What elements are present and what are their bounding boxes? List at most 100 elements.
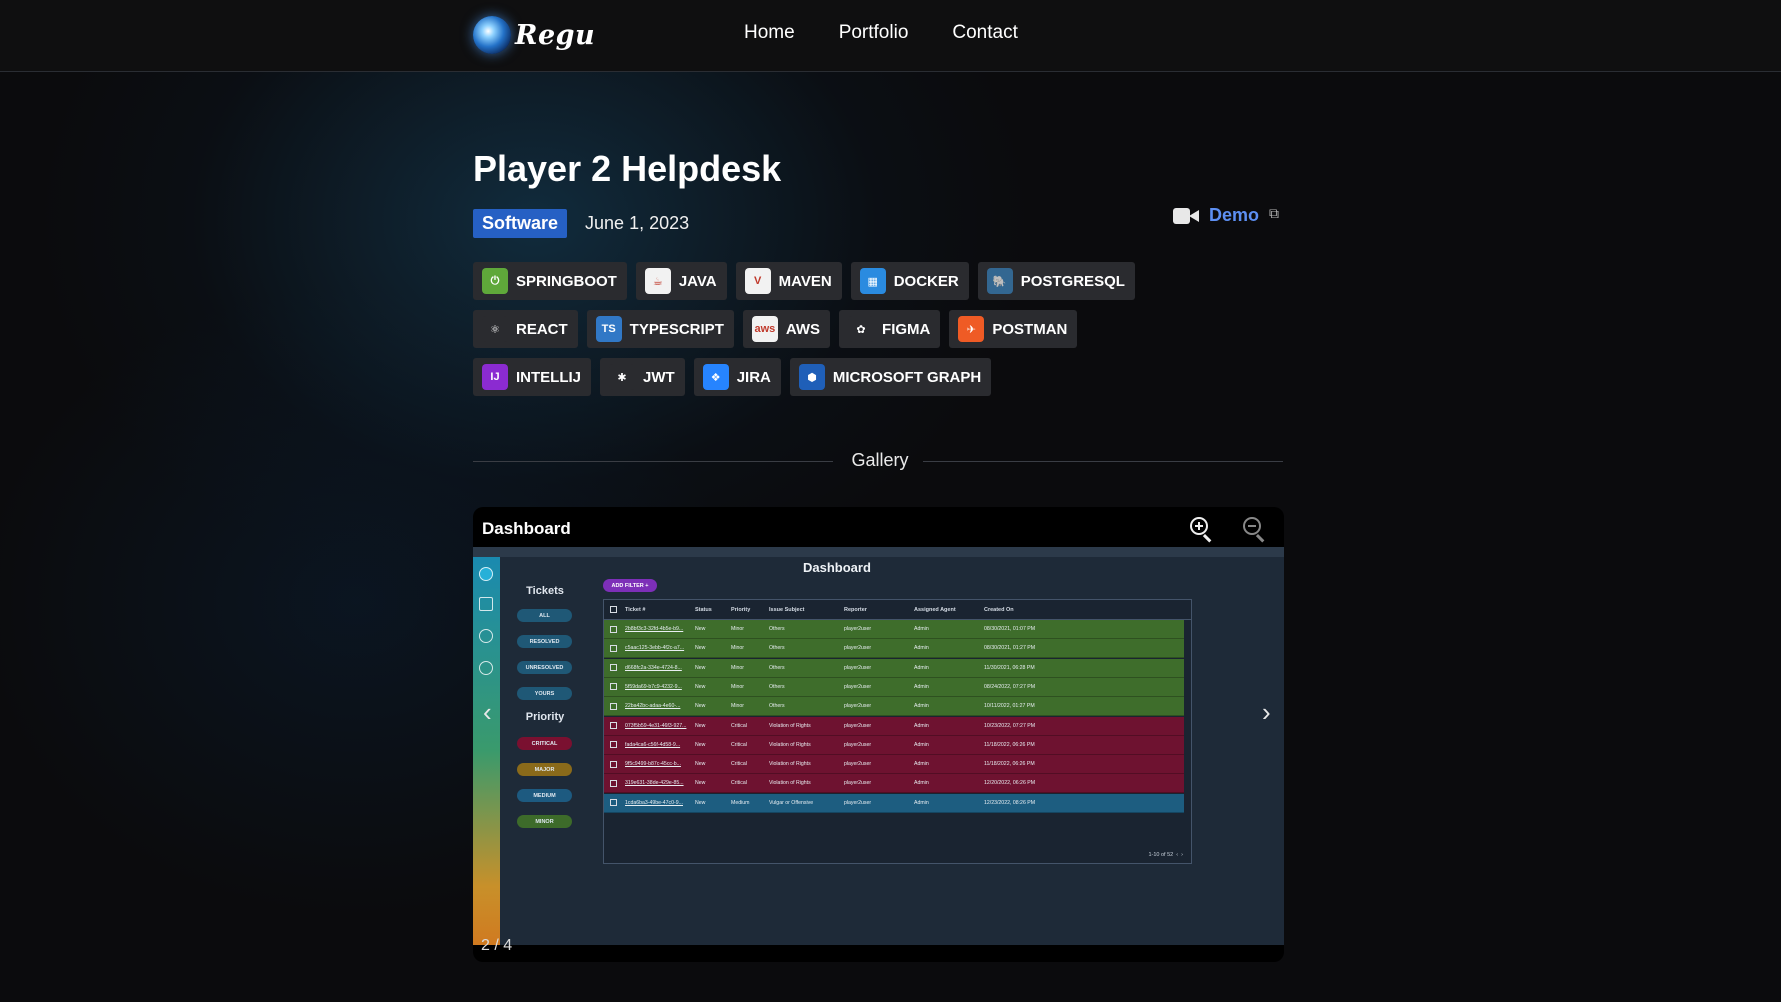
table-header: Ticket # Status Priority Issue Subject Repor… bbox=[604, 600, 1191, 620]
dashboard-screenshot: Tickets ALL RESOLVED UNRESOLVED YOURS Pr… bbox=[473, 547, 1284, 945]
table-row: fada4ca6-c56f-4d58-9... New Critical Violat… bbox=[604, 735, 1184, 755]
tech-chip-label: AWS bbox=[785, 320, 821, 338]
demo-link[interactable]: Demo ⧉ bbox=[1173, 205, 1279, 226]
dashboard-rail-icon bbox=[479, 567, 493, 581]
column-header: Created On bbox=[984, 606, 1014, 613]
priority-heading: Priority bbox=[525, 711, 565, 723]
previous-slide-button[interactable]: ‹ bbox=[483, 697, 492, 728]
table-cell: player2user bbox=[844, 683, 872, 690]
settings-rail-icon bbox=[479, 661, 493, 675]
column-header: Priority bbox=[731, 606, 751, 613]
brand-logo[interactable]: Regu bbox=[473, 16, 595, 54]
table-cell: 1cda6ba3-49be-47c0-9... bbox=[625, 799, 683, 806]
column-header: Reporter bbox=[844, 606, 867, 613]
tech-chip-label: JWT bbox=[643, 368, 675, 386]
table-cell: Medium bbox=[731, 799, 750, 806]
top-navbar: Regu Home Portfolio Contact bbox=[0, 0, 1781, 72]
microsoft-graph-icon: ⬢ bbox=[798, 364, 825, 390]
tech-chip: ☕ JAVA bbox=[635, 262, 727, 300]
row-checkbox bbox=[610, 683, 617, 691]
next-slide-button[interactable]: › bbox=[1262, 697, 1271, 728]
java-icon: ☕ bbox=[644, 268, 671, 294]
filter-pill-resolved: RESOLVED bbox=[517, 635, 572, 648]
postgresql-icon: 🐘 bbox=[986, 268, 1013, 294]
video-camera-icon bbox=[1173, 207, 1199, 225]
category-badge: Software bbox=[473, 209, 568, 238]
table-cell: Violation of Rights bbox=[769, 722, 811, 729]
table-row: 319e631-38de-429e-85... New Critical Violat… bbox=[604, 774, 1184, 794]
table-pager: 1-10 of 52 ‹ › bbox=[1148, 852, 1183, 858]
tech-chip-label: REACT bbox=[516, 320, 568, 338]
divider-line-right bbox=[923, 461, 1283, 462]
tickets-rail-icon bbox=[479, 597, 493, 611]
tickets-table: Ticket # Status Priority Issue Subject Repor… bbox=[603, 599, 1192, 864]
row-checkbox bbox=[610, 664, 617, 672]
table-cell: d668fc2a-334e-4724-8... bbox=[625, 664, 682, 671]
table-cell: New bbox=[695, 780, 706, 787]
zoom-out-icon[interactable] bbox=[1241, 515, 1269, 543]
table-cell: player2user bbox=[844, 799, 872, 806]
docker-icon: ▦ bbox=[859, 268, 886, 294]
jwt-icon: ✱ bbox=[609, 364, 636, 390]
table-cell: player2user bbox=[844, 722, 872, 729]
nav-links: Home Portfolio Contact bbox=[744, 22, 1018, 44]
nav-link-home[interactable]: Home bbox=[744, 22, 795, 44]
filter-pill-unresolved: UNRESOLVED bbox=[517, 661, 572, 674]
slide-title: Dashboard bbox=[482, 519, 571, 538]
table-cell: 319e631-38de-429e-85... bbox=[625, 780, 684, 787]
zoom-in-icon[interactable] bbox=[1188, 515, 1216, 543]
brand-name: Regu bbox=[515, 19, 596, 51]
table-cell: New bbox=[695, 683, 706, 690]
demo-label: Demo bbox=[1209, 205, 1260, 225]
table-cell: fada4ca6-c56f-4d58-9... bbox=[625, 741, 681, 748]
tech-chip-label: FIGMA bbox=[882, 320, 931, 338]
table-cell: Admin bbox=[914, 799, 929, 806]
column-header: Status bbox=[695, 606, 712, 613]
table-cell: 2b8bf3c3-32fd-4b5e-b9... bbox=[625, 626, 684, 632]
tech-chip: V MAVEN bbox=[735, 262, 842, 300]
table-cell: New bbox=[695, 741, 706, 748]
postman-icon: ✈ bbox=[958, 316, 985, 342]
nav-link-portfolio[interactable]: Portfolio bbox=[839, 22, 909, 44]
table-cell: New bbox=[695, 645, 706, 652]
tech-chip-label: SPRINGBOOT bbox=[516, 272, 617, 290]
table-cell: 08/30/2021, 01:07 PM bbox=[984, 626, 1036, 632]
table-cell: 9f5c9499-b87c-45cc-b... bbox=[625, 761, 681, 768]
row-checkbox bbox=[610, 741, 617, 749]
tech-chip: ✈ POSTMAN bbox=[949, 310, 1078, 348]
tech-chip-label: MICROSOFT GRAPH bbox=[832, 368, 982, 386]
tech-chip-label: DOCKER bbox=[893, 272, 959, 290]
tech-chip: IJ INTELLIJ bbox=[473, 358, 592, 396]
filter-pill-yours: YOURS bbox=[517, 687, 572, 700]
column-header: Assigned Agent bbox=[914, 606, 956, 613]
table-cell: 10/11/2022, 01:27 PM bbox=[984, 703, 1035, 710]
table-cell: player2user bbox=[844, 703, 872, 710]
figma-icon: ✿ bbox=[848, 316, 875, 342]
column-header: Ticket # bbox=[625, 606, 646, 613]
table-cell: 22ba42bc-adaa-4e60-... bbox=[625, 703, 681, 710]
maven-icon: V bbox=[744, 268, 771, 294]
table-cell: 11/18/2022, 06:26 PM bbox=[984, 741, 1035, 748]
logo-orb-icon bbox=[473, 16, 511, 54]
divider-line-left bbox=[473, 461, 833, 462]
tech-chip: aws AWS bbox=[742, 310, 831, 348]
external-link-icon: ⧉ bbox=[1269, 205, 1280, 221]
row-checkbox bbox=[610, 760, 617, 768]
table-row: 5f59da69-b7c9-4232-9... New Minor Others pla… bbox=[604, 677, 1184, 697]
tech-chip-label: JAVA bbox=[678, 272, 717, 290]
priority-pill-critical: CRITICAL bbox=[517, 737, 572, 750]
project-title: Player 2 Helpdesk bbox=[473, 148, 782, 189]
nav-link-contact[interactable]: Contact bbox=[952, 22, 1017, 44]
tech-chip-label: POSTGRESQL bbox=[1020, 272, 1125, 290]
table-cell: player2user bbox=[844, 780, 872, 787]
add-filter-button: ADD FILTER + bbox=[603, 579, 657, 592]
user-rail-icon bbox=[479, 629, 493, 643]
table-row: 073f5b59-4e31-46f3-927... New Critical Viol… bbox=[604, 716, 1184, 736]
table-row: d668fc2a-334e-4724-8... New Minor Others pla… bbox=[604, 658, 1184, 678]
table-cell: player2user bbox=[844, 664, 872, 671]
table-cell: Critical bbox=[731, 722, 747, 729]
technology-chips: ⏻ SPRINGBOOT ☕ JAVA V MAVEN ▦ DOCKER 🐘 POSTGRESQL… bbox=[473, 262, 1193, 396]
aws-icon: aws bbox=[751, 316, 778, 342]
screenshot-filter-column: Tickets ALL RESOLVED UNRESOLVED YOURS Pr… bbox=[500, 557, 590, 945]
table-cell: Admin bbox=[914, 741, 929, 748]
